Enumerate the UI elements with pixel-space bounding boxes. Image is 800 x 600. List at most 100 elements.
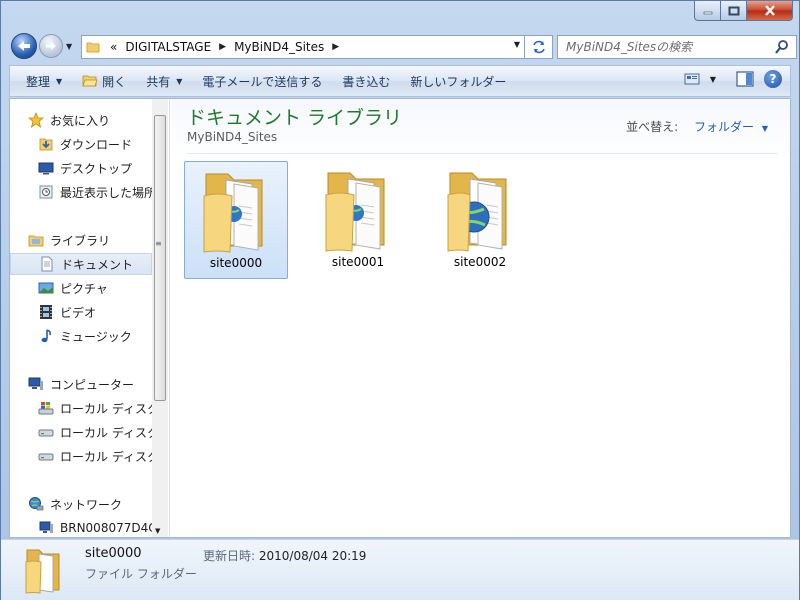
document-icon: [41, 256, 53, 272]
folder-name: site0000: [209, 256, 263, 270]
details-item-name: site0000: [85, 546, 142, 561]
network-computer-icon: [39, 521, 53, 533]
maximize-icon: [728, 6, 739, 15]
nav-item-favorites[interactable]: お気に入り: [10, 109, 152, 131]
address-row: ▼ « DIGITALSTAGE ▶ MyBiND4_Sites ▶ ▼: [9, 33, 797, 61]
star-icon: [28, 112, 44, 128]
minimize-button[interactable]: [694, 1, 721, 21]
details-modified-label: 更新日時:: [203, 549, 256, 563]
chevron-right-icon[interactable]: ▶: [332, 42, 339, 52]
nav-item-desktop[interactable]: デスクトップ: [10, 157, 152, 179]
forward-button[interactable]: [39, 34, 63, 58]
search-input[interactable]: [566, 37, 776, 57]
nav-label-recent-places: 最近表示した場所: [60, 185, 152, 200]
explorer-window: ▼ « DIGITALSTAGE ▶ MyBiND4_Sites ▶ ▼ 整理 ▼…: [0, 0, 800, 600]
caret-down-icon[interactable]: ▼: [762, 124, 768, 133]
open-button[interactable]: 開く: [72, 69, 136, 93]
share-button[interactable]: 共有 ▼: [136, 69, 192, 93]
nav-item-local-disk-1[interactable]: ローカル ディスク: [10, 397, 152, 419]
nav-item-downloads[interactable]: ダウンロード: [10, 133, 152, 155]
change-view-icon[interactable]: [684, 72, 700, 86]
hard-drive-icon: [38, 453, 54, 461]
arrow-left-icon: [18, 41, 30, 51]
address-dropdown-icon[interactable]: ▼: [514, 40, 520, 49]
folder-item[interactable]: site0000: [184, 161, 288, 279]
nav-label-downloads: ダウンロード: [60, 137, 133, 152]
view-options-dropdown-icon[interactable]: ▼: [710, 75, 716, 84]
organize-button[interactable]: 整理 ▼: [16, 69, 72, 93]
email-button[interactable]: 電子メールで送信する: [192, 69, 332, 93]
organize-label: 整理: [26, 74, 51, 89]
nav-item-documents[interactable]: ドキュメント: [10, 253, 152, 275]
refresh-button[interactable]: [525, 35, 553, 59]
breadcrumb-overflow[interactable]: «: [110, 40, 117, 54]
downloads-folder-icon: [39, 138, 53, 151]
caret-down-icon: ▼: [56, 76, 63, 86]
nav-item-pictures[interactable]: ピクチャ: [10, 277, 152, 299]
email-label: 電子メールで送信する: [202, 74, 323, 89]
hard-drive-icon: [38, 429, 54, 437]
arrange-by-dropdown[interactable]: フォルダー: [694, 120, 754, 134]
arrow-right-icon: [46, 42, 56, 50]
breadcrumb-mybind4-sites[interactable]: MyBiND4_Sites: [234, 40, 324, 54]
maximize-button[interactable]: [721, 1, 747, 21]
pictures-icon: [38, 282, 54, 294]
nav-item-music[interactable]: ミュージック: [10, 325, 152, 347]
preview-pane-icon[interactable]: [736, 71, 754, 87]
recent-pages-dropdown[interactable]: ▼: [66, 42, 72, 51]
help-icon[interactable]: ?: [764, 70, 782, 88]
back-button[interactable]: [11, 33, 37, 59]
nav-label-computer: コンピューター: [50, 377, 135, 392]
search-box: [557, 35, 797, 59]
caret-down-icon: ▼: [176, 76, 183, 86]
nav-item-network-host[interactable]: BRN008077D4C: [10, 517, 152, 537]
scrollbar-thumb[interactable]: [154, 115, 166, 401]
chevron-right-icon[interactable]: ▶: [219, 42, 226, 52]
folder-with-document-icon: [203, 173, 263, 253]
new-folder-label: 新しいフォルダー: [410, 74, 507, 89]
video-film-icon: [40, 305, 52, 319]
nav-item-recent-places[interactable]: 最近表示した場所: [10, 181, 152, 203]
folder-item[interactable]: site0002: [428, 161, 532, 279]
network-globe-icon: [29, 497, 44, 511]
nav-label-network: ネットワーク: [50, 497, 123, 512]
breadcrumb-digitalstage[interactable]: DIGITALSTAGE: [125, 40, 211, 54]
content-area: お気に入り ダウンロード デスクトップ 最近表示した場所 ライブラリ ドキュメン…: [9, 98, 791, 538]
recent-places-icon: [39, 185, 53, 199]
nav-label-network-host: BRN008077D4C: [60, 521, 152, 535]
nav-item-videos[interactable]: ビデオ: [10, 301, 152, 323]
nav-item-local-disk-3[interactable]: ローカル ディスク: [10, 445, 152, 467]
nav-label-music: ミュージック: [60, 329, 132, 344]
details-modified: 更新日時: 2010/08/04 20:19: [203, 547, 366, 564]
search-icon[interactable]: [774, 39, 790, 55]
burn-button[interactable]: 書き込む: [332, 69, 400, 93]
share-label: 共有: [146, 74, 171, 89]
close-button[interactable]: [747, 1, 793, 21]
nav-item-libraries[interactable]: ライブラリ: [10, 229, 152, 251]
nav-scrollbar[interactable]: ≡ ▼: [152, 99, 168, 537]
open-label: 開く: [102, 74, 127, 89]
nav-item-network[interactable]: ネットワーク: [10, 493, 152, 515]
grip-icon: ≡: [155, 239, 162, 248]
nav-label-local-disk-1: ローカル ディスク: [60, 401, 152, 416]
divider: [187, 153, 778, 154]
arrange-by-label: 並べ替え:: [626, 120, 679, 134]
library-title: ドキュメント ライブラリ: [187, 107, 403, 129]
nav-item-local-disk-2[interactable]: ローカル ディスク: [10, 421, 152, 443]
folder-name: site0002: [453, 255, 507, 269]
nav-label-local-disk-2: ローカル ディスク: [60, 425, 152, 440]
music-note-icon: [41, 329, 51, 343]
nav-label-videos: ビデオ: [60, 305, 97, 320]
nav-item-computer[interactable]: コンピューター: [10, 373, 152, 395]
file-view: ドキュメント ライブラリ MyBiND4_Sites 並べ替え: フォルダー ▼: [171, 99, 790, 537]
scroll-down-arrow-icon[interactable]: ▼: [155, 527, 160, 535]
folder-item[interactable]: site0001: [306, 161, 410, 279]
new-folder-button[interactable]: 新しいフォルダー: [400, 69, 516, 93]
folder-name: site0001: [331, 255, 385, 269]
details-modified-value: 2010/08/04 20:19: [258, 549, 367, 563]
details-pane: site0000 ファイル フォルダー 更新日時: 2010/08/04 20:…: [1, 539, 799, 600]
computer-icon: [28, 377, 43, 390]
close-icon: [764, 5, 775, 16]
address-bar[interactable]: « DIGITALSTAGE ▶ MyBiND4_Sites ▶ ▼: [81, 35, 525, 59]
folder-with-globe-document-icon: [447, 172, 507, 252]
